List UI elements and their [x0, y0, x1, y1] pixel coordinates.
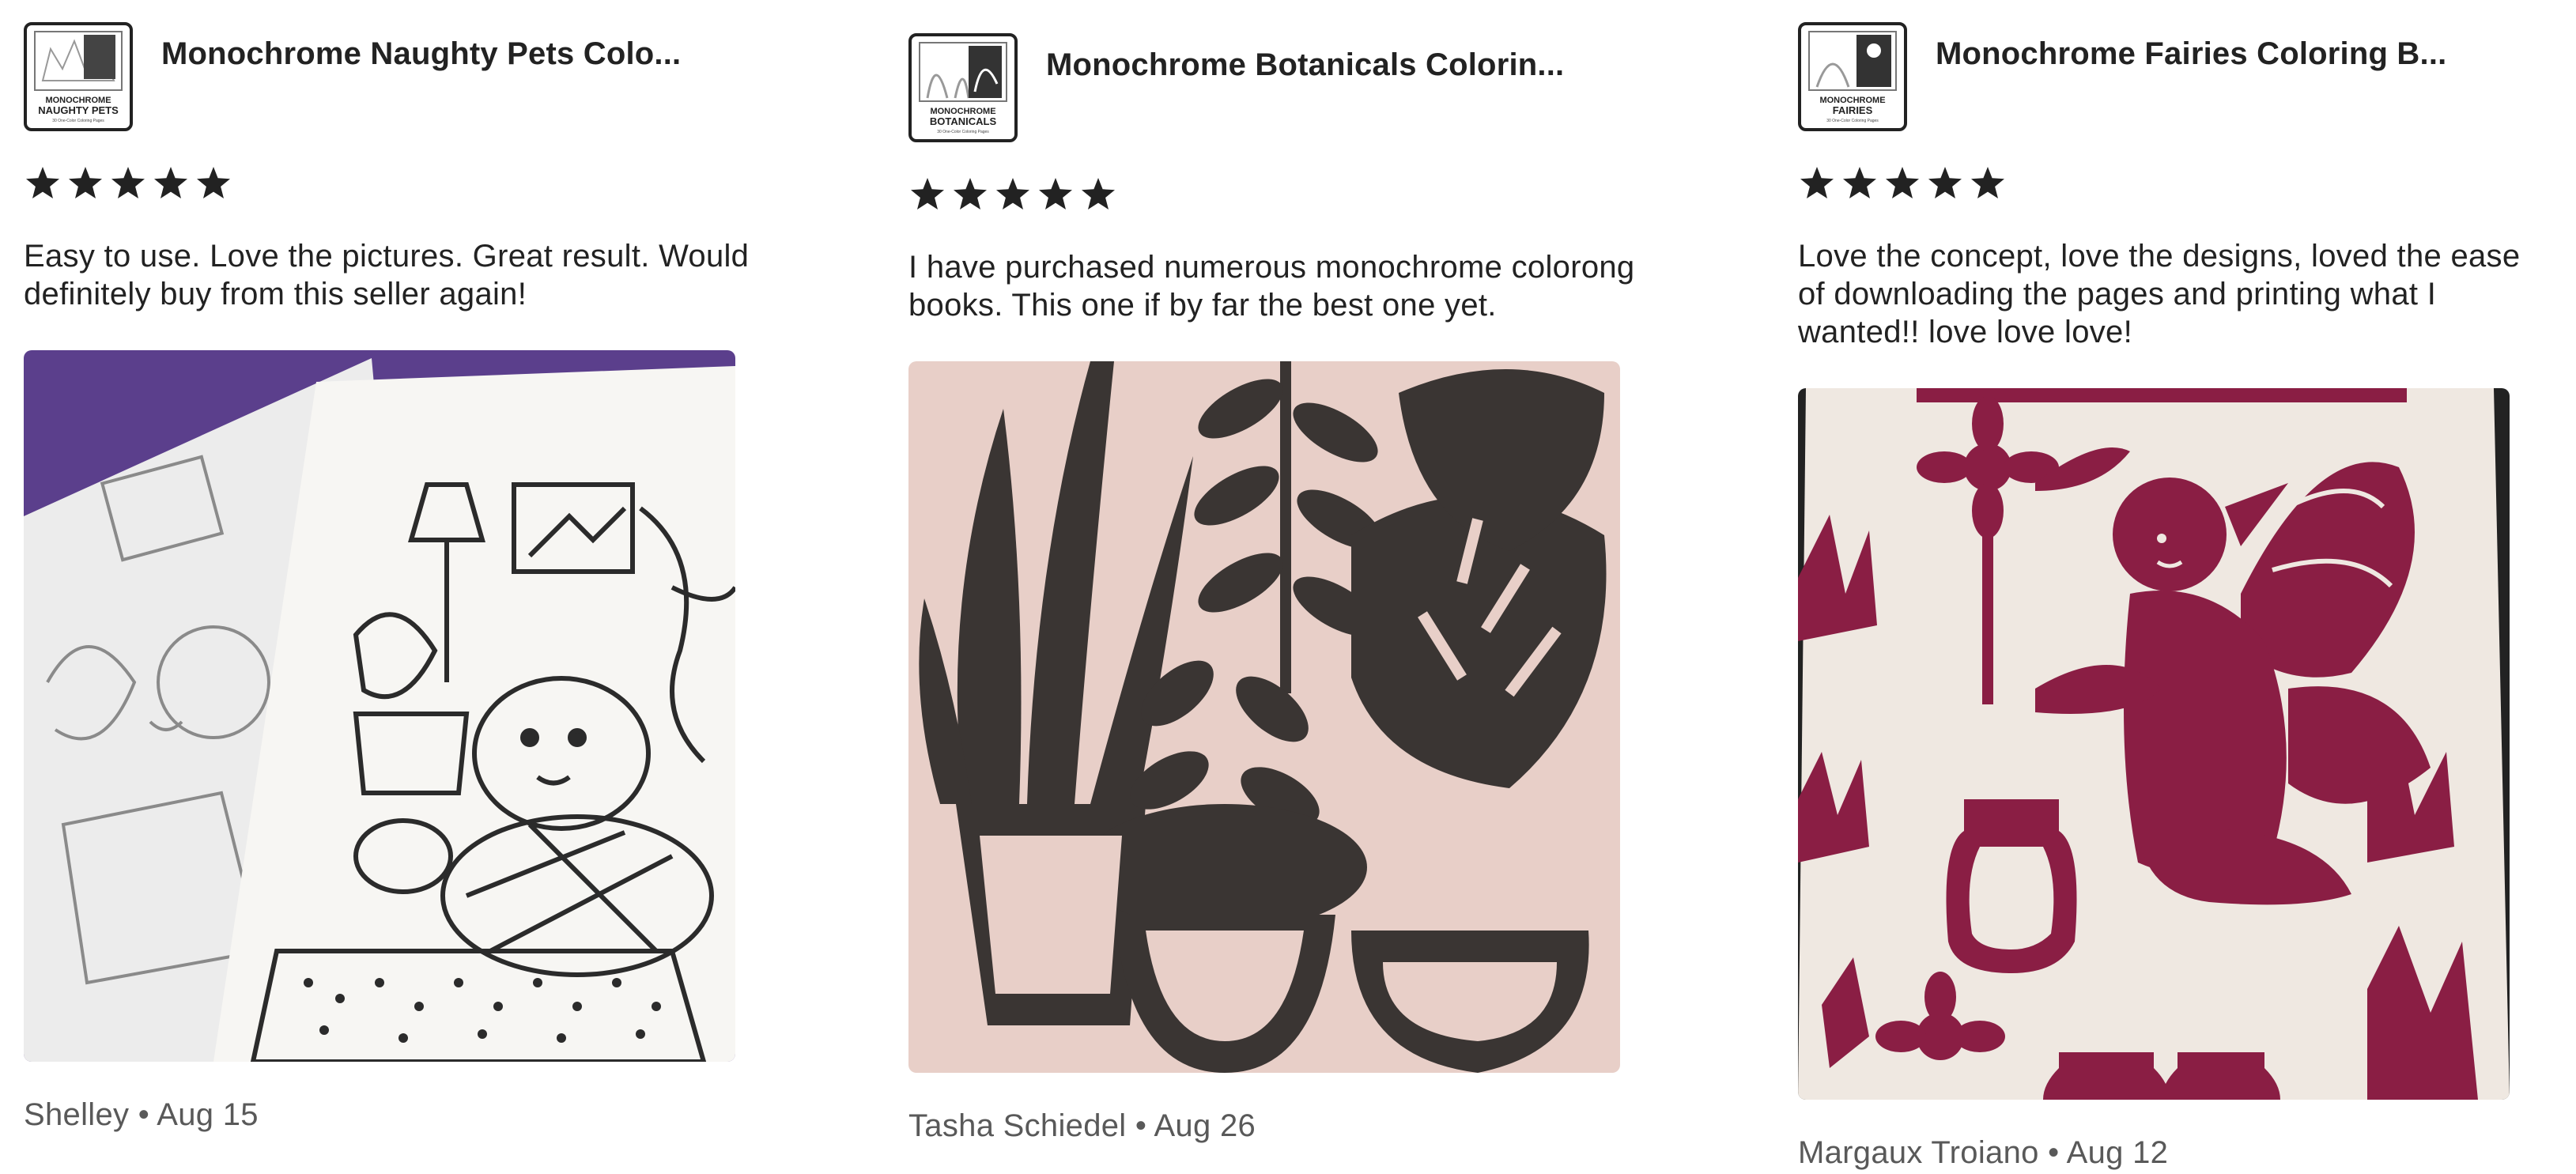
- product-thumbnail[interactable]: MONOCHROME FAIRIES 30 One-Color Coloring…: [1798, 22, 1907, 131]
- review-photo[interactable]: [1798, 388, 2510, 1100]
- star-icon: [1928, 167, 1962, 198]
- star-icon: [911, 178, 944, 210]
- product-link[interactable]: MONOCHROME NAUGHTY PETS 30 One-Color Col…: [24, 22, 681, 131]
- star-icon: [1800, 167, 1834, 198]
- fairies-coloring-photo: [1798, 388, 2510, 1100]
- product-title[interactable]: Monochrome Fairies Coloring B...: [1936, 36, 2446, 72]
- star-rating: [24, 164, 232, 202]
- star-rating: [908, 176, 1117, 213]
- review-text: I have purchased numerous monochrome col…: [908, 250, 1635, 323]
- product-link[interactable]: MONOCHROME BOTANICALS 30 One-Color Color…: [908, 33, 1564, 142]
- review-photo[interactable]: [908, 361, 1620, 1073]
- review-date: Aug 12: [2066, 1135, 2169, 1170]
- star-icon: [111, 167, 145, 198]
- pets-coloring-photo: [24, 350, 735, 1062]
- thumb-line3: 30 One-Color Coloring Pages: [52, 119, 104, 123]
- star-rating: [1798, 164, 2007, 202]
- review-text: Love the concept, love the designs, love…: [1798, 239, 2521, 349]
- star-icon: [69, 167, 102, 198]
- star-icon: [1971, 167, 2004, 198]
- review-meta: Margaux Troiano • Aug 12: [1798, 1135, 2168, 1171]
- star-icon: [1886, 167, 1919, 198]
- star-icon: [154, 167, 187, 198]
- reviewer-name[interactable]: Tasha Schiedel: [908, 1108, 1127, 1143]
- thumb-line3: 30 One-Color Coloring Pages: [1826, 119, 1879, 123]
- product-thumbnail[interactable]: MONOCHROME NAUGHTY PETS 30 One-Color Col…: [24, 22, 133, 131]
- star-icon: [954, 178, 987, 210]
- thumb-line2: BOTANICALS: [930, 115, 997, 127]
- product-title[interactable]: Monochrome Naughty Pets Colo...: [161, 36, 681, 72]
- review-meta: Tasha Schiedel • Aug 26: [908, 1108, 1256, 1144]
- star-icon: [26, 167, 59, 198]
- review-photo[interactable]: [24, 350, 735, 1062]
- star-icon: [1082, 178, 1115, 210]
- review-text: Easy to use. Love the pictures. Great re…: [24, 239, 750, 311]
- product-title[interactable]: Monochrome Botanicals Colorin...: [1046, 47, 1564, 83]
- thumb-line3: 30 One-Color Coloring Pages: [937, 130, 989, 134]
- review-meta: Shelley • Aug 15: [24, 1097, 259, 1133]
- botanicals-coloring-photo: [908, 361, 1620, 1073]
- product-link[interactable]: MONOCHROME FAIRIES 30 One-Color Coloring…: [1798, 22, 2446, 131]
- review-date: Aug 26: [1154, 1108, 1256, 1143]
- meta-separator: •: [1135, 1108, 1147, 1143]
- product-thumbnail[interactable]: MONOCHROME BOTANICALS 30 One-Color Color…: [908, 33, 1018, 142]
- star-icon: [996, 178, 1029, 210]
- star-icon: [1039, 178, 1072, 210]
- meta-separator: •: [2048, 1135, 2060, 1170]
- review-date: Aug 15: [157, 1097, 259, 1132]
- star-icon: [197, 167, 230, 198]
- star-icon: [1843, 167, 1876, 198]
- reviewer-name[interactable]: Shelley: [24, 1097, 129, 1132]
- thumb-line2: NAUGHTY PETS: [38, 104, 119, 116]
- reviewer-name[interactable]: Margaux Troiano: [1798, 1135, 2039, 1170]
- meta-separator: •: [138, 1097, 150, 1132]
- thumb-line2: FAIRIES: [1833, 104, 1873, 116]
